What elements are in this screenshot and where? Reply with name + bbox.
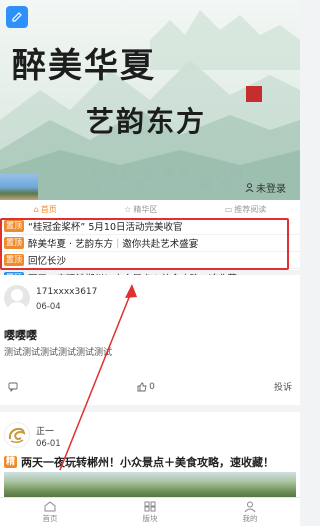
pinned-notice-list: 置顶 “桂冠金桨杯” 5月10日活动完美收官 置顶 醉美华夏 · 艺韵东方 | …	[0, 218, 300, 285]
tab-home-label: 首页	[40, 204, 57, 214]
comment-button[interactable]	[8, 382, 18, 392]
report-button[interactable]: 投诉	[274, 380, 292, 393]
nav-profile[interactable]: 我的	[243, 501, 258, 524]
avatar[interactable]	[4, 422, 30, 448]
tab-home[interactable]: ⌂ 首页	[34, 204, 57, 215]
nav-home-label: 首页	[42, 513, 58, 523]
essence-badge: 精	[4, 456, 18, 468]
nav-home[interactable]: 首页	[42, 500, 58, 524]
dragon-logo-icon	[8, 427, 26, 444]
post-title: 嘤嘤嘤	[4, 329, 37, 342]
login-status[interactable]: 未登录	[245, 180, 286, 195]
bottom-navigation: 首页 版块 我的	[0, 497, 300, 526]
post-date: 06-01	[36, 439, 61, 449]
hero-title-line2: 艺韵东方	[86, 105, 207, 138]
pinned-badge: 置顶	[4, 237, 24, 249]
book-icon: ▭	[224, 204, 233, 214]
user-icon	[245, 183, 254, 192]
edit-button[interactable]	[6, 6, 28, 28]
hero-title-line1: 醉美华夏	[12, 46, 156, 86]
notice-text-secondary: 邀你共赴艺术盛宴	[122, 239, 199, 250]
post-actions: 0 投诉	[0, 380, 300, 393]
notice-text: 回忆长沙	[28, 256, 67, 267]
notice-item[interactable]: 置顶 回忆长沙	[0, 252, 300, 269]
home-icon	[44, 500, 56, 511]
nav-sections-label: 版块	[142, 513, 158, 523]
like-count: 0	[149, 381, 155, 392]
post-date: 06-04	[36, 302, 61, 312]
grid-icon	[144, 501, 156, 511]
separator: |	[116, 237, 120, 249]
notice-item[interactable]: 置顶 “桂冠金桨杯” 5月10日活动完美收官	[0, 218, 300, 235]
seal-stamp	[246, 86, 262, 102]
tab-recommended-label: 推荐阅读	[234, 204, 267, 214]
post-body: 测试测试测试测试测试测试	[4, 348, 113, 358]
home-icon: ⌂	[33, 204, 39, 214]
post-title: 精 两天一夜玩转郴州！小众景点＋美食攻略，速收藏！	[4, 454, 274, 470]
login-label: 未登录	[256, 184, 286, 195]
tab-featured-label: 精华区	[133, 204, 158, 214]
nav-sections[interactable]: 版块	[143, 501, 158, 524]
tab-featured[interactable]: ☆ 精华区	[124, 204, 157, 215]
post-username[interactable]: 正一	[36, 424, 54, 437]
notice-text: 醉美华夏 · 艺韵东方	[28, 239, 114, 250]
avatar[interactable]	[4, 285, 30, 311]
tab-recommended[interactable]: ▭ 推荐阅读	[225, 204, 267, 215]
post-title-text: 两天一夜玩转郴州！小众景点＋美食攻略，速收藏！	[21, 456, 275, 469]
beach-thumbnail	[0, 174, 38, 200]
like-button[interactable]: 0	[137, 382, 155, 392]
star-icon: ☆	[124, 204, 132, 214]
notice-item[interactable]: 置顶 醉美华夏 · 艺韵东方 | 邀你共赴艺术盛宴	[0, 235, 300, 252]
thumbs-up-icon	[137, 382, 147, 391]
user-icon	[244, 501, 256, 512]
nav-profile-label: 我的	[242, 513, 258, 523]
notice-text: “桂冠金桨杯” 5月10日活动完美收官	[28, 222, 183, 233]
report-label: 投诉	[273, 383, 292, 393]
tab-bar: ⌂ 首页 ☆ 精华区 ▭ 推荐阅读	[0, 200, 300, 218]
pinned-badge: 置顶	[4, 254, 24, 266]
post-image[interactable]	[4, 472, 296, 500]
hero-banner[interactable]: 醉美华夏 艺韵东方 心安处 是 吾乡 山水间 江 上 清 风 山 间 明 月 未…	[0, 0, 300, 200]
pinned-badge: 置顶	[4, 220, 24, 232]
edit-icon	[12, 12, 22, 22]
comment-icon	[8, 382, 18, 392]
post-card[interactable]: 正一 06-01 精 两天一夜玩转郴州！小众景点＋美食攻略，速收藏！	[0, 412, 300, 500]
post-card[interactable]: 171xxxx3617 06-04 嘤嘤嘤 测试测试测试测试测试测试 0 投诉	[0, 275, 300, 405]
post-username[interactable]: 171xxxx3617	[36, 287, 97, 297]
